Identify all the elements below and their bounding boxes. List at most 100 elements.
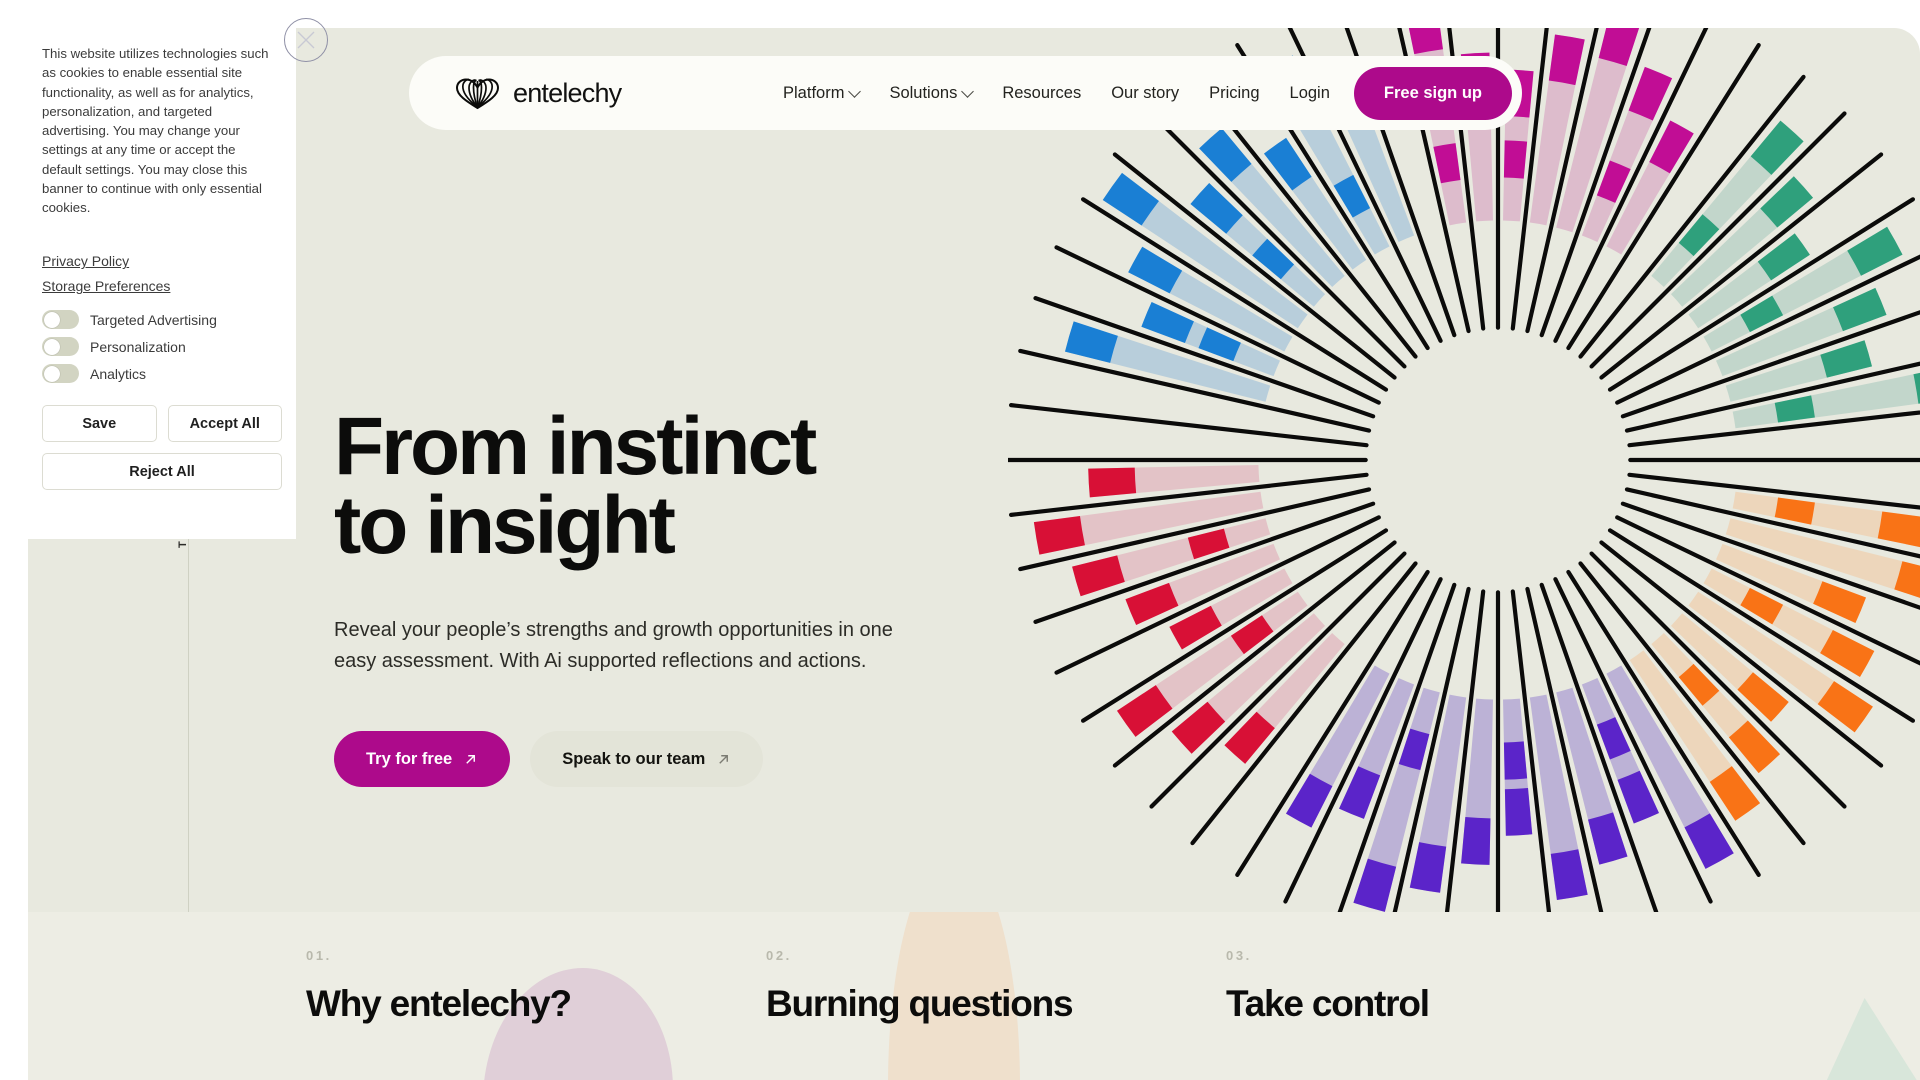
privacy-policy-link[interactable]: Privacy Policy	[42, 253, 282, 269]
burst-segment	[1503, 140, 1528, 179]
burst-segment	[1128, 246, 1183, 294]
burst-segment	[1333, 174, 1371, 218]
arrow-up-right-icon	[719, 754, 729, 764]
burst-spoke	[1008, 403, 1369, 448]
burst-spoke	[1510, 589, 1552, 918]
burst-spoke	[1607, 197, 1915, 392]
speak-to-our-team-button[interactable]: Speak to our team	[530, 731, 764, 788]
burst-segment	[1628, 66, 1673, 121]
burst-segment	[1433, 143, 1461, 184]
burst-segment	[1398, 728, 1430, 771]
burst-segment	[1088, 467, 1137, 498]
burst-segment	[1709, 766, 1761, 821]
burst-spoke	[1539, 28, 1652, 338]
burst-spoke	[1081, 197, 1389, 392]
burst-segment	[1088, 465, 1260, 498]
burst-segment	[1263, 137, 1312, 191]
nav-item-pricing[interactable]: Pricing	[1209, 84, 1259, 103]
personalization-label: Personalization	[90, 338, 186, 355]
burst-spoke	[1054, 515, 1381, 675]
burst-segment	[1141, 302, 1194, 344]
burst-segment	[1588, 812, 1628, 865]
try-for-free-button[interactable]: Try for free	[334, 731, 511, 788]
burst-segment	[1128, 246, 1293, 352]
cookie-button-group: Save Accept All Reject All	[42, 405, 282, 491]
burst-segment	[1072, 555, 1125, 597]
personalization-toggle[interactable]	[42, 337, 79, 357]
feature-number: 02.	[766, 948, 792, 963]
analytics-toggle[interactable]	[42, 364, 79, 384]
feature-number: 01.	[306, 948, 332, 963]
close-banner-button[interactable]	[284, 18, 328, 62]
toggle-knob	[43, 311, 60, 328]
burst-segment	[1670, 176, 1814, 307]
storage-preferences-link[interactable]: Storage Preferences	[42, 278, 282, 294]
accept-all-button[interactable]: Accept All	[167, 405, 282, 443]
burst-segment	[1263, 137, 1367, 270]
burst-segment	[1065, 321, 1118, 363]
burst-spoke	[1008, 472, 1369, 517]
burst-segment	[1894, 561, 1920, 598]
save-button[interactable]: Save	[42, 405, 157, 443]
burst-spoke	[1627, 410, 1920, 448]
burst-segment	[1339, 766, 1381, 819]
feature-number: 03.	[1226, 948, 1252, 963]
burst-segment	[1072, 518, 1271, 597]
cookie-consent-banner: This website utilizes technologies such …	[28, 18, 328, 539]
nav-item-resources[interactable]: Resources	[1002, 84, 1081, 103]
burst-spoke	[1525, 586, 1605, 918]
feature-card-03[interactable]: 03. Take control	[1226, 948, 1430, 1025]
analytics-label: Analytics	[90, 365, 147, 382]
free-signup-button[interactable]: Free sign up	[1353, 66, 1512, 120]
burst-segment	[1556, 28, 1640, 233]
page-root: THE LEADER'S G entelechy	[0, 0, 1920, 1080]
burst-spoke	[1578, 74, 1806, 359]
burst-segment	[1285, 773, 1333, 828]
burst-spoke	[1033, 296, 1376, 419]
nav-item-solutions[interactable]: Solutions	[889, 84, 975, 103]
burst-segment	[1833, 287, 1887, 332]
nav-item-our-story[interactable]: Our story	[1111, 84, 1179, 103]
brand[interactable]: entelechy	[451, 77, 622, 110]
burst-spoke	[1444, 589, 1486, 918]
burst-spoke	[1624, 487, 1920, 559]
burst-segment	[1102, 172, 1308, 329]
brand-wordmark: entelechy	[513, 77, 622, 108]
burst-spoke	[1615, 254, 1920, 405]
targeted-advertising-toggle[interactable]	[42, 310, 79, 330]
burst-segment	[1596, 160, 1631, 203]
burst-spoke	[1335, 582, 1457, 918]
burst-segment	[1847, 226, 1903, 276]
burst-segment	[1033, 491, 1264, 555]
burst-segment	[1285, 665, 1390, 828]
burst-segment	[1817, 681, 1873, 733]
burst-spoke	[1553, 577, 1713, 904]
close-icon	[297, 31, 315, 49]
features-strip: 01. Why entelechy? 02. Burning questions…	[28, 912, 1920, 1080]
burst-segment	[1732, 372, 1920, 429]
burst-segment	[1740, 587, 1784, 625]
burst-segment	[1504, 787, 1533, 836]
burst-segment	[1065, 321, 1271, 402]
burst-segment	[1199, 128, 1345, 288]
burst-segment	[1230, 615, 1274, 655]
burst-segment	[1169, 605, 1222, 650]
burst-spoke	[1149, 551, 1407, 809]
reject-all-button[interactable]: Reject All	[42, 453, 282, 491]
burst-segment	[1877, 511, 1920, 548]
burst-spoke	[1283, 577, 1443, 904]
burst-spoke	[1615, 515, 1920, 666]
burst-spoke	[1578, 561, 1806, 846]
speak-to-our-team-label: Speak to our team	[562, 749, 706, 768]
nav-item-login[interactable]: Login	[1290, 84, 1330, 103]
entelechy-heart-logo-icon	[455, 77, 500, 109]
main-navbar: entelechy Platform Solutions Resources O…	[409, 56, 1522, 130]
burst-segment	[1125, 582, 1179, 626]
burst-segment	[1224, 632, 1345, 764]
feature-card-02[interactable]: 02. Burning questions	[766, 948, 1074, 1025]
feature-card-01[interactable]: 01. Why entelechy?	[306, 948, 572, 1025]
nav-item-platform[interactable]: Platform	[783, 84, 862, 103]
toggle-knob	[43, 338, 60, 355]
burst-spoke	[1018, 487, 1372, 572]
burst-segment	[1409, 694, 1467, 893]
